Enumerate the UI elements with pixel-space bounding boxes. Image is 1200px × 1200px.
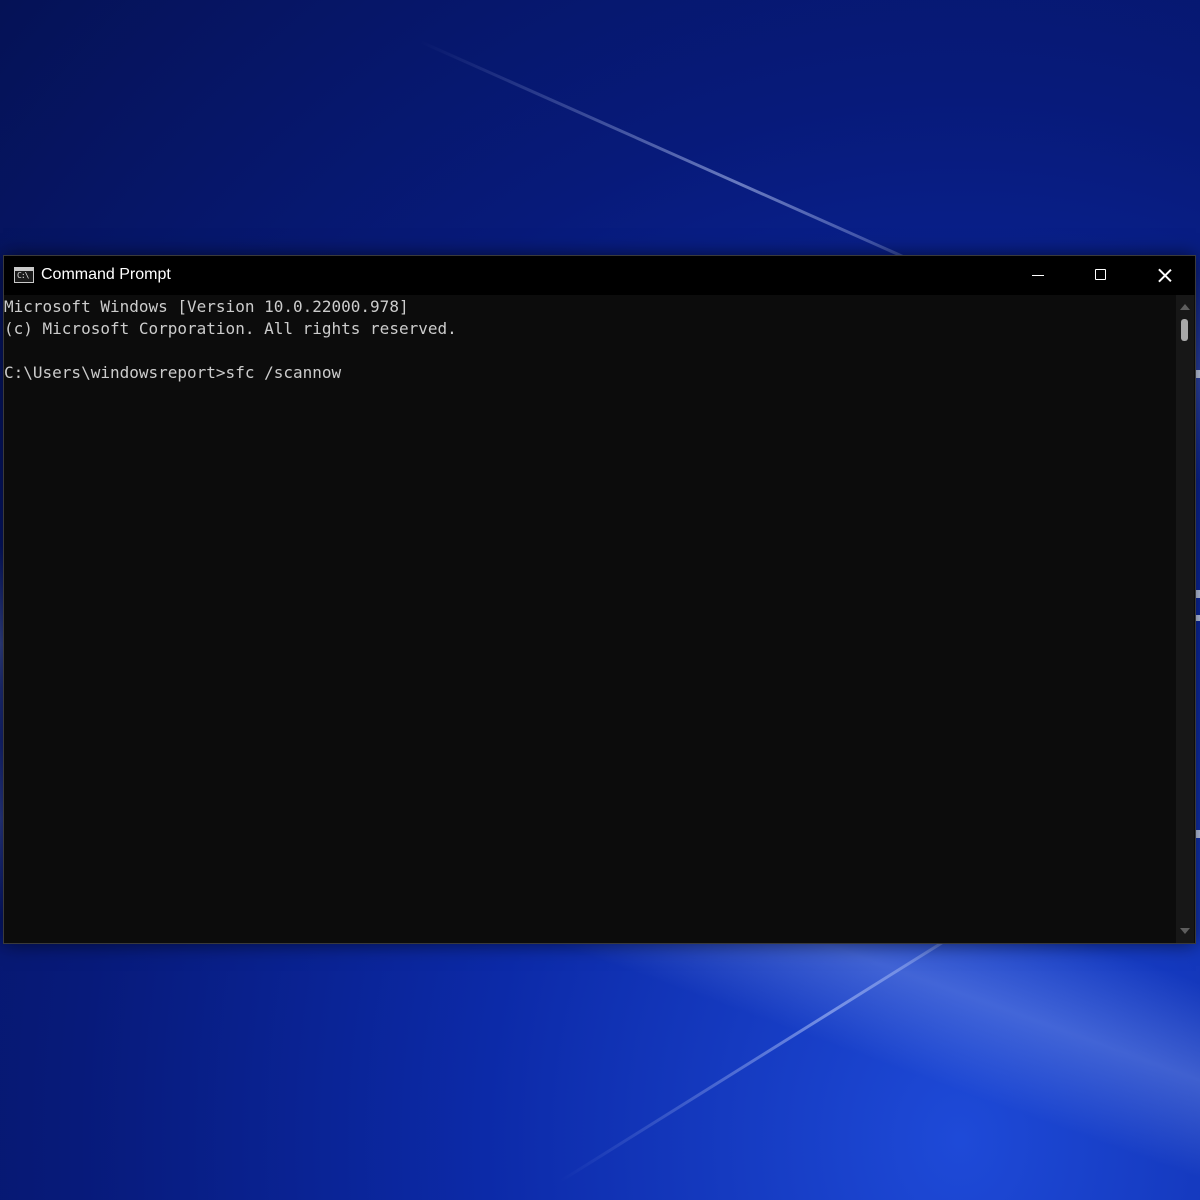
console-line-version: Microsoft Windows [Version 10.0.22000.97… xyxy=(4,297,409,316)
minimize-button[interactable] xyxy=(1006,256,1068,295)
maximize-icon xyxy=(1095,269,1106,280)
command-prompt-icon[interactable]: C:\ xyxy=(14,267,34,283)
scroll-up-arrow-icon[interactable] xyxy=(1180,304,1190,310)
console-line-copyright: (c) Microsoft Corporation. All rights re… xyxy=(4,319,457,338)
console-output[interactable]: Microsoft Windows [Version 10.0.22000.97… xyxy=(4,295,1176,943)
window-title: Command Prompt xyxy=(41,266,171,283)
command-prompt-window[interactable]: C:\ Command Prompt Microsoft Windows [Ve… xyxy=(3,255,1196,944)
window-titlebar[interactable]: C:\ Command Prompt xyxy=(4,256,1195,295)
close-icon xyxy=(1158,268,1172,282)
console-line-prompt-command[interactable]: C:\Users\windowsreport>sfc /scannow xyxy=(4,362,1176,384)
scroll-thumb[interactable] xyxy=(1181,319,1188,341)
icon-glyph: C:\ xyxy=(17,271,29,280)
vertical-scrollbar[interactable] xyxy=(1176,295,1194,943)
scroll-down-arrow-icon[interactable] xyxy=(1180,928,1190,934)
close-button[interactable] xyxy=(1132,256,1196,295)
minimize-icon xyxy=(1032,275,1044,276)
console-line-blank xyxy=(4,340,1176,362)
maximize-button[interactable] xyxy=(1069,256,1131,295)
